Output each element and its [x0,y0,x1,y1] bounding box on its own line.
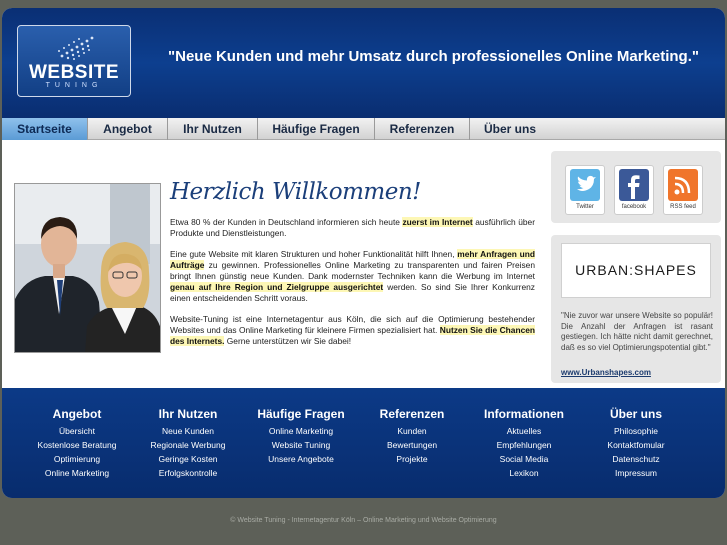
facebook-icon [619,169,649,201]
copyright: © Website Tuning - Internetagentur Köln … [230,517,497,524]
nav-referenzen[interactable]: Referenzen [375,118,470,140]
footer-heading: Angebot [52,407,102,421]
testimonial-quote: "Nie zuvor war unsere Website so populär… [561,311,713,352]
twitter-label: Twitter [576,204,594,210]
footer-link[interactable]: Unsere Angebote [241,452,361,466]
highlight: genau auf Ihre Region und Zielgruppe aus… [170,282,384,292]
footer-link[interactable]: Geringe Kosten [128,452,248,466]
paragraph-2: Eine gute Website mit klaren Strukturen … [170,249,535,303]
footer-link[interactable]: Impressum [576,466,696,480]
social-box: Twitter facebook RSS feed [551,151,721,223]
nav-angebot[interactable]: Angebot [88,118,168,140]
footer-col-angebot: Angebot Übersicht Kostenlose Beratung Op… [17,407,137,480]
footer-link[interactable]: Social Media [464,452,584,466]
people-image [15,184,160,352]
footer-link[interactable]: Kostenlose Beratung [17,438,137,452]
footer-link[interactable]: Lexikon [464,466,584,480]
logo-subtitle: TUNING [45,82,103,89]
nav-haeufige-fragen[interactable]: Häufige Fragen [258,118,375,140]
logo[interactable]: WEBSITE TUNING [17,25,131,97]
twitter-button[interactable]: Twitter [565,165,605,215]
logo-dots-icon [58,36,94,60]
twitter-icon [570,169,600,201]
main-content: Herzlich Willkommen! Etwa 80 % der Kunde… [2,141,725,388]
nav-startseite[interactable]: Startseite [2,118,88,140]
intro-text: Etwa 80 % der Kunden in Deutschland info… [170,217,535,357]
footer-link[interactable]: Projekte [352,452,472,466]
facebook-label: facebook [621,204,647,210]
footer-link[interactable]: Datenschutz [576,452,696,466]
footer-link[interactable]: Regionale Werbung [128,438,248,452]
footer-link[interactable]: Erfolgskontrolle [128,466,248,480]
nav-ihr-nutzen[interactable]: Ihr Nutzen [168,118,258,140]
facebook-button[interactable]: facebook [614,165,654,215]
main-nav: Startseite Angebot Ihr Nutzen Häufige Fr… [2,118,725,140]
footer-link[interactable]: Bewertungen [352,438,472,452]
footer-link[interactable]: Empfehlungen [464,438,584,452]
testimonial-box: URBAN:SHAPES "Nie zuvor war unsere Websi… [551,235,721,383]
footer-link[interactable]: Website Tuning [241,438,361,452]
footer-col-referenzen: Referenzen Kunden Bewertungen Projekte [352,407,472,466]
footer-link[interactable]: Neue Kunden [128,424,248,438]
header: WEBSITE TUNING "Neue Kunden und mehr Ums… [2,8,725,118]
sidebar: Twitter facebook RSS feed URBAN:SHAPES "… [551,151,721,383]
footer-heading: Referenzen [379,407,445,421]
brand-text: URBAN:SHAPES [575,262,697,278]
footer-link[interactable]: Online Marketing [17,466,137,480]
footer-col-ueber-uns: Über uns Philosophie Kontaktfomular Date… [576,407,696,480]
highlight: zuerst im Internet [402,217,473,227]
rss-label: RSS feed [670,204,696,210]
footer-col-haeufige-fragen: Häufige Fragen Online Marketing Website … [241,407,361,466]
footer-link[interactable]: Optimierung [17,452,137,466]
footer-link[interactable]: Kunden [352,424,472,438]
paragraph-1: Etwa 80 % der Kunden in Deutschland info… [170,217,536,238]
footer-heading: Häufige Fragen [257,407,345,421]
footer-link[interactable]: Philosophie [576,424,696,438]
footer-link[interactable]: Kontaktfomular [576,438,696,452]
team-photo [14,183,161,353]
urbanshapes-link[interactable]: www.Urbanshapes.com [561,368,651,377]
welcome-heading: Herzlich Willkommen! [170,179,421,205]
logo-word: WEBSITE [28,62,120,83]
footer-link[interactable]: Online Marketing [241,424,361,438]
footer-heading: Ihr Nutzen [158,407,218,421]
urbanshapes-logo: URBAN:SHAPES [561,243,711,298]
footer: Angebot Übersicht Kostenlose Beratung Op… [2,388,725,498]
footer-heading: Informationen [484,407,564,421]
footer-col-informationen: Informationen Aktuelles Empfehlungen Soc… [464,407,584,480]
footer-link[interactable]: Übersicht [17,424,137,438]
page-container: WEBSITE TUNING "Neue Kunden und mehr Ums… [2,8,725,498]
rss-button[interactable]: RSS feed [663,165,703,215]
footer-col-ihr-nutzen: Ihr Nutzen Neue Kunden Regionale Werbung… [128,407,248,480]
tagline: "Neue Kunden und mehr Umsatz durch profe… [168,48,699,65]
footer-heading: Über uns [609,407,662,421]
paragraph-3: Website-Tuning ist eine Internetagentur … [170,314,535,346]
footer-link[interactable]: Aktuelles [464,424,584,438]
rss-icon [668,169,698,201]
nav-ueber-uns[interactable]: Über uns [470,118,550,140]
